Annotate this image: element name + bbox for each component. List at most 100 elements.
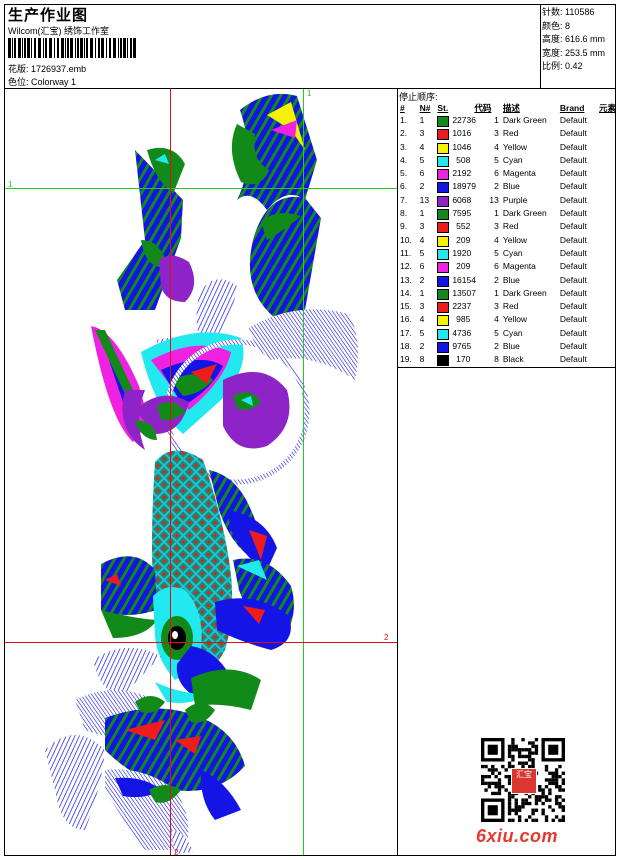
qr-module <box>548 788 552 792</box>
table-row: 8. 1 7595 1 Dark Green Default <box>398 207 620 221</box>
qr-module <box>554 778 559 782</box>
qr-module <box>521 738 525 742</box>
table-cell: 1920 <box>435 247 472 260</box>
qr-module <box>554 768 559 772</box>
table-cell: 5 <box>494 327 499 338</box>
table-cell: Default <box>559 154 587 165</box>
color-swatch <box>437 142 450 154</box>
table-cell <box>597 327 620 340</box>
table-cell: Default <box>559 221 587 232</box>
table-cell <box>597 287 620 300</box>
table-cell: Red <box>502 221 519 232</box>
table-cell <box>597 234 620 247</box>
qr-module <box>551 774 555 779</box>
table-cell: Red <box>502 301 519 312</box>
table-cell: 3 <box>494 128 499 139</box>
qr-module <box>538 788 542 792</box>
stats-panel: 针数: 110586 颜色: 8 高度: 616.6 mm 宽度: 253.5 mm 比… <box>542 6 605 74</box>
qr-module <box>558 801 562 806</box>
qr-module <box>551 808 555 812</box>
qr-module <box>534 738 539 742</box>
qr-module <box>517 751 522 755</box>
table-cell: Blue <box>502 274 520 285</box>
qr-module <box>517 761 522 765</box>
qr-module <box>534 751 539 755</box>
qr-module <box>554 781 559 786</box>
table-cell: 8 <box>419 354 425 365</box>
guide-vertical-2 <box>170 89 171 855</box>
table-cell: 8 <box>494 354 499 365</box>
column-header: # <box>400 103 405 113</box>
qr-module <box>544 818 549 822</box>
qr-module <box>491 791 495 796</box>
table-cell: 22736 <box>435 114 476 127</box>
table-cell: 170 <box>435 353 472 367</box>
qr-module <box>534 798 539 802</box>
table-cell <box>597 180 620 193</box>
qr-module <box>521 801 525 806</box>
stat-value: 616.6 mm <box>565 34 606 45</box>
qr-module <box>541 811 545 816</box>
table-cell: 1046 <box>435 141 472 154</box>
qr-module <box>528 801 532 806</box>
qr-module <box>534 744 539 749</box>
qr-module <box>548 778 552 782</box>
filename-label: 花版: <box>8 64 29 74</box>
qr-module <box>517 805 522 809</box>
qr-module <box>507 748 512 752</box>
table-cell: Default <box>559 314 587 325</box>
table-cell: 6 <box>419 261 425 272</box>
table-cell: 9765 <box>435 340 472 354</box>
qr-module <box>544 764 549 769</box>
table-cell: 2 <box>494 274 499 285</box>
color-swatch <box>437 129 450 141</box>
table-cell: Yellow <box>502 234 528 245</box>
qr-module <box>561 778 565 782</box>
table-cell <box>597 313 620 326</box>
qr-module <box>487 768 492 772</box>
color-swatch <box>437 116 450 127</box>
table-cell: Cyan <box>502 154 523 165</box>
guide-horizontal-2 <box>5 642 397 643</box>
table-cell: 3 <box>419 221 425 232</box>
qr-module <box>558 818 562 822</box>
qr-module <box>511 758 515 762</box>
table-row: 14. 1 13507 1 Dark Green Default <box>398 287 620 300</box>
qr-module <box>487 785 492 789</box>
qr-module <box>541 788 545 792</box>
qr-module <box>548 805 552 809</box>
qr-module <box>491 768 495 772</box>
qr-module <box>521 805 525 809</box>
color-swatch <box>437 275 450 287</box>
filename-line: 花版: 1726937.emb <box>8 62 86 75</box>
table-cell: 13. <box>400 274 412 285</box>
table-cell: 4 <box>494 314 499 325</box>
table-row: 19. 8 170 8 Black Default <box>398 353 620 367</box>
qr-module <box>517 818 522 822</box>
barcode-bar <box>75 38 76 58</box>
barcode-bar <box>8 38 11 58</box>
qr-module <box>534 808 539 812</box>
table-cell <box>597 127 620 140</box>
table-cell: 6 <box>494 168 499 179</box>
stat-value: 0.42 <box>565 61 583 72</box>
guide-label-h2: 2 <box>384 633 389 642</box>
qr-module <box>507 751 512 755</box>
table-cell: 7. <box>400 194 408 205</box>
qr-module <box>507 754 512 759</box>
table-cell: Default <box>559 287 587 298</box>
table-cell: 3 <box>494 221 499 232</box>
qr-module <box>541 795 545 799</box>
stat-row: 比例: 0.42 <box>542 60 605 74</box>
site-watermark: 6xiu.com <box>476 826 559 846</box>
barcode-bar <box>38 38 41 58</box>
table-cell: 19. <box>400 354 412 365</box>
table-cell <box>597 154 620 167</box>
table-row: 17. 5 4736 5 Cyan Default <box>398 327 620 340</box>
table-cell: Cyan <box>502 247 523 258</box>
color-swatch <box>437 182 450 194</box>
qr-module <box>497 771 502 775</box>
column-header: Brand <box>559 103 585 113</box>
table-cell <box>597 300 620 313</box>
barcode-bar <box>86 38 88 58</box>
